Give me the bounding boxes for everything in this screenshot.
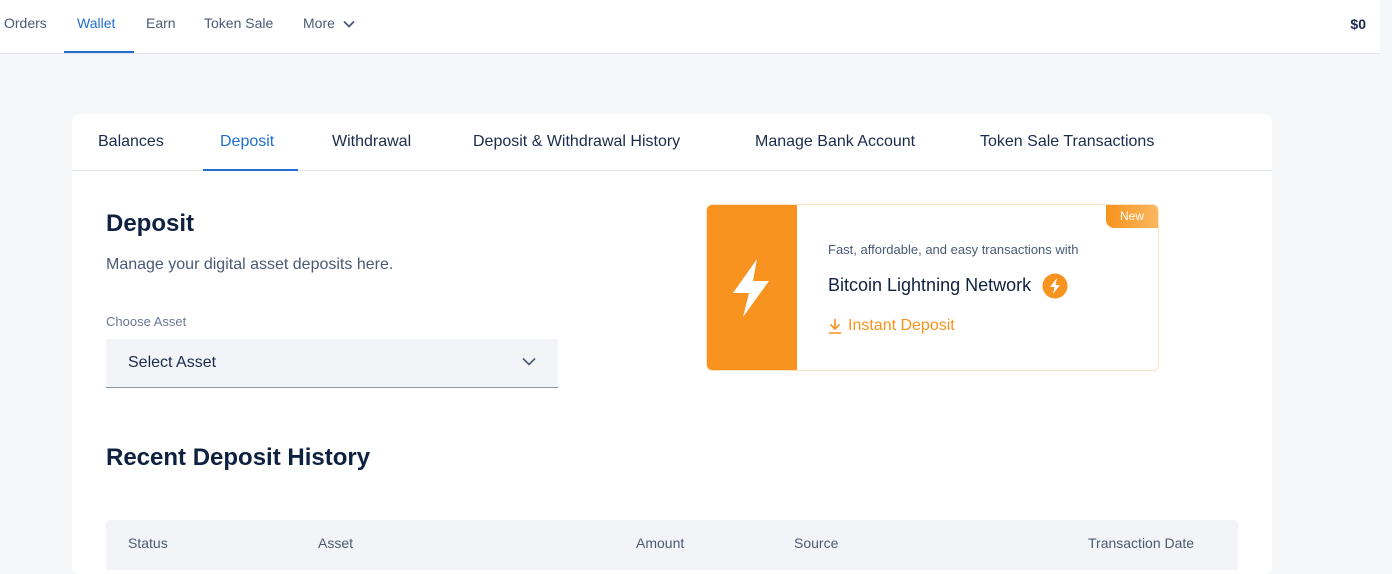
tab-balances[interactable]: Balances	[98, 114, 164, 171]
tab-deposit-withdrawal-history[interactable]: Deposit & Withdrawal History	[473, 114, 680, 171]
tab-withdrawal[interactable]: Withdrawal	[332, 114, 411, 171]
promo-tagline: Fast, affordable, and easy transactions …	[828, 242, 1079, 257]
column-header-amount[interactable]: Amount	[636, 535, 684, 551]
tab-deposit[interactable]: Deposit	[220, 114, 274, 171]
chevron-down-icon	[343, 21, 355, 29]
new-badge: New	[1106, 205, 1158, 228]
asset-select-value: Select Asset	[128, 354, 217, 371]
column-header-status[interactable]: Status	[128, 535, 168, 551]
history-title: Recent Deposit History	[106, 444, 371, 471]
promo-network-label: Bitcoin Lightning Network	[828, 274, 1032, 295]
nav-orders[interactable]: Orders	[4, 0, 47, 54]
nav-more[interactable]: More	[303, 0, 355, 54]
lightning-bolt-icon	[1042, 273, 1068, 299]
history-table-header: Status Asset Amount Source Transaction D…	[106, 520, 1238, 570]
tab-manage-bank-account[interactable]: Manage Bank Account	[755, 114, 915, 171]
page-subtitle: Manage your digital asset deposits here.	[106, 256, 394, 273]
lightning-bolt-icon	[733, 259, 769, 317]
chevron-down-icon	[522, 357, 536, 366]
top-navigation: Orders Wallet Earn Token Sale More $0	[0, 0, 1380, 54]
nav-more-label: More	[303, 15, 335, 31]
column-header-transaction-date[interactable]: Transaction Date	[1088, 535, 1194, 551]
nav-wallet[interactable]: Wallet	[77, 0, 115, 54]
tab-active-indicator	[203, 169, 298, 171]
promo-icon-panel	[707, 205, 797, 370]
page-title: Deposit	[106, 210, 195, 237]
promo-network: Bitcoin Lightning Network	[828, 273, 1068, 299]
nav-active-indicator	[64, 51, 134, 53]
download-icon	[829, 318, 841, 334]
scrollbar[interactable]	[1380, 0, 1392, 560]
wallet-tabs: Balances Deposit Withdrawal Deposit & Wi…	[72, 114, 1272, 171]
asset-select[interactable]: Select Asset	[106, 339, 558, 388]
instant-deposit-label: Instant Deposit	[848, 317, 955, 334]
choose-asset-label: Choose Asset	[106, 314, 187, 329]
column-header-source[interactable]: Source	[794, 535, 838, 551]
wallet-card: Balances Deposit Withdrawal Deposit & Wi…	[72, 114, 1272, 574]
account-balance[interactable]: $0	[1350, 0, 1366, 48]
column-header-asset[interactable]: Asset	[318, 535, 353, 551]
tab-token-sale-transactions[interactable]: Token Sale Transactions	[980, 114, 1154, 171]
nav-earn[interactable]: Earn	[146, 0, 176, 54]
instant-deposit-link[interactable]: Instant Deposit	[828, 317, 955, 335]
lightning-promo-card[interactable]: New Fast, affordable, and easy transacti…	[706, 204, 1159, 371]
nav-token-sale[interactable]: Token Sale	[204, 0, 273, 54]
